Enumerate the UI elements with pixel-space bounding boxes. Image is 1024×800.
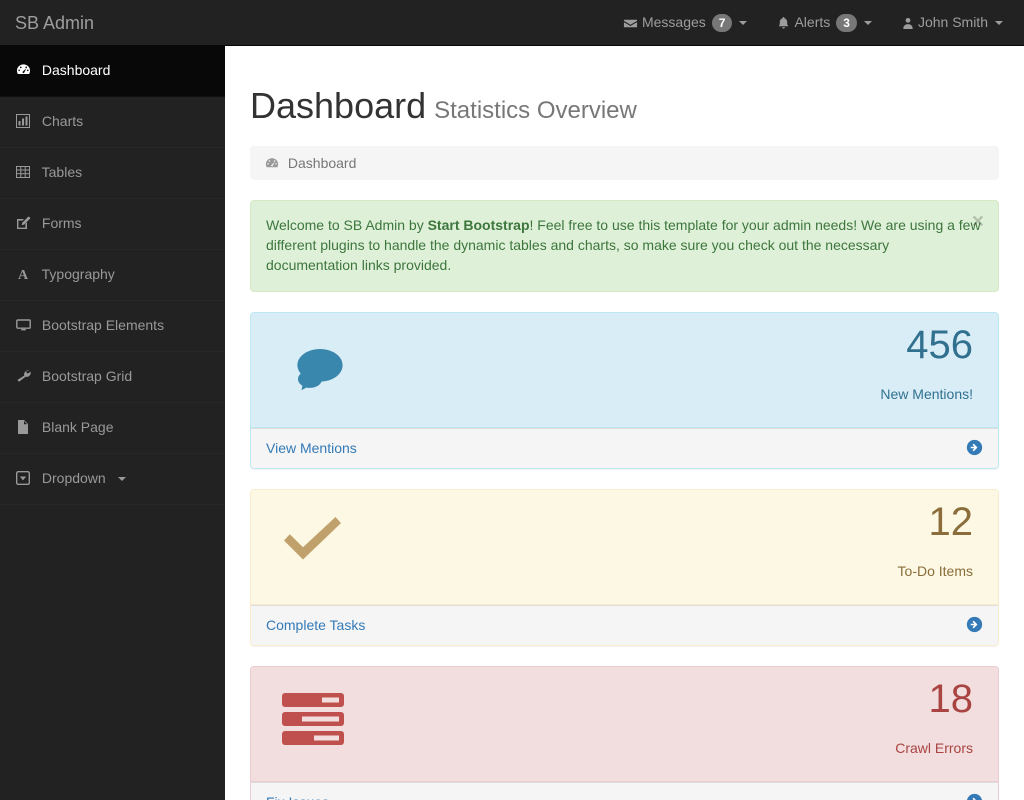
arrow-circle-right-icon[interactable] — [966, 616, 983, 639]
panel-footer-complete-tasks[interactable]: Complete Tasks — [251, 604, 998, 645]
tachometer-icon — [15, 63, 31, 77]
font-icon: A — [15, 267, 31, 281]
panel-footer-label[interactable]: Complete Tasks — [266, 617, 365, 633]
comments-icon — [278, 331, 348, 401]
top-navbar: SB Admin Messages 7 Alerts 3 John Smith — [0, 0, 1024, 46]
file-icon — [15, 419, 31, 434]
main-content: Dashboard Statistics Overview Dashboard ×… — [225, 46, 1024, 800]
panel-label: To-Do Items — [897, 562, 973, 579]
page-subtitle: Statistics Overview — [434, 97, 637, 124]
caret-square-down-icon — [15, 470, 31, 485]
sidebar-item-label: Forms — [41, 214, 82, 231]
sidebar-item-tables[interactable]: Tables — [0, 148, 225, 199]
panel-crawl-errors: 18 Crawl Errors Fix Issues — [250, 665, 999, 800]
navbar-messages-dropdown[interactable]: Messages 7 — [608, 0, 763, 46]
panel-todo-items: 12 To-Do Items Complete Tasks — [250, 488, 999, 646]
panel-footer-label[interactable]: Fix Issues — [266, 794, 329, 800]
desktop-icon — [15, 318, 31, 332]
sidebar-item-forms[interactable]: Forms — [0, 199, 225, 250]
tasks-icon — [278, 685, 348, 755]
sidebar-item-charts[interactable]: Charts — [0, 97, 225, 148]
navbar-alerts-dropdown[interactable]: Alerts 3 — [762, 0, 886, 46]
navbar-right-menu: Messages 7 Alerts 3 John Smith — [608, 0, 1018, 46]
sidebar-item-label: Bootstrap Elements — [41, 316, 165, 333]
panel-label: Crawl Errors — [895, 739, 973, 756]
panel-number: 12 — [928, 499, 974, 544]
chevron-down-icon — [995, 21, 1003, 25]
wrench-icon — [15, 369, 31, 383]
svg-text:A: A — [18, 268, 29, 281]
panel-new-mentions: 456 New Mentions! View Mentions — [250, 311, 999, 469]
panel-label: New Mentions! — [880, 385, 973, 402]
table-icon — [15, 165, 31, 179]
sidebar: Dashboard Charts Tables Forms A Typograp… — [0, 46, 225, 800]
page-title: Dashboard Statistics Overview — [240, 86, 1009, 126]
sidebar-item-bootstrap-elements[interactable]: Bootstrap Elements — [0, 301, 225, 352]
panel-heading: 12 To-Do Items — [251, 489, 998, 605]
panel-number: 456 — [906, 322, 973, 367]
sidebar-item-typography[interactable]: A Typography — [0, 250, 225, 301]
sidebar-item-label: Typography — [41, 265, 115, 282]
navbar-messages-label: Messages — [641, 14, 706, 30]
arrow-circle-right-icon[interactable] — [966, 439, 983, 462]
sidebar-item-label: Blank Page — [41, 418, 114, 435]
chevron-down-icon — [117, 477, 126, 482]
panel-heading: 18 Crawl Errors — [251, 666, 998, 782]
chevron-down-icon — [739, 21, 748, 25]
sidebar-item-label: Tables — [41, 163, 83, 180]
alert-text-before: Welcome to SB Admin by — [266, 216, 428, 233]
envelope-icon — [623, 16, 638, 31]
sidebar-item-dashboard[interactable]: Dashboard — [0, 46, 225, 97]
breadcrumb-active-item: Dashboard — [287, 154, 357, 171]
sidebar-item-label: Dropdown — [41, 469, 106, 486]
sidebar-item-label: Bootstrap Grid — [41, 367, 133, 384]
sidebar-item-blank-page[interactable]: Blank Page — [0, 403, 225, 454]
page-title-text: Dashboard — [250, 85, 427, 126]
welcome-alert: × Welcome to SB Admin by Start Bootstrap… — [250, 199, 999, 292]
dashboard-icon — [265, 157, 279, 170]
bar-chart-icon — [15, 113, 31, 128]
navbar-alerts-badge: 3 — [836, 14, 857, 32]
sidebar-item-bootstrap-grid[interactable]: Bootstrap Grid — [0, 352, 225, 403]
close-icon[interactable]: × — [972, 211, 984, 232]
breadcrumb: Dashboard — [250, 145, 999, 180]
check-icon — [278, 508, 348, 578]
sidebar-item-label: Charts — [41, 112, 84, 129]
navbar-messages-badge: 7 — [711, 14, 733, 32]
navbar-brand[interactable]: SB Admin — [15, 0, 94, 46]
sidebar-item-dropdown[interactable]: Dropdown — [0, 454, 225, 505]
panel-heading: 456 New Mentions! — [251, 312, 998, 428]
panel-footer-fix-issues[interactable]: Fix Issues — [251, 781, 998, 800]
alert-bold-text: Start Bootstrap — [427, 216, 530, 233]
user-icon — [902, 16, 914, 31]
panel-number: 18 — [928, 676, 974, 721]
navbar-alerts-label: Alerts — [794, 14, 831, 30]
arrow-circle-right-icon[interactable] — [966, 793, 983, 800]
navbar-user-dropdown[interactable]: John Smith — [887, 0, 1018, 46]
panel-footer-label[interactable]: View Mentions — [266, 440, 357, 456]
panel-footer-view-mentions[interactable]: View Mentions — [251, 427, 998, 468]
edit-icon — [15, 216, 31, 230]
chevron-down-icon — [863, 21, 872, 25]
navbar-user-label: John Smith — [917, 14, 988, 30]
sidebar-item-label: Dashboard — [41, 62, 111, 78]
bell-icon — [777, 16, 790, 31]
